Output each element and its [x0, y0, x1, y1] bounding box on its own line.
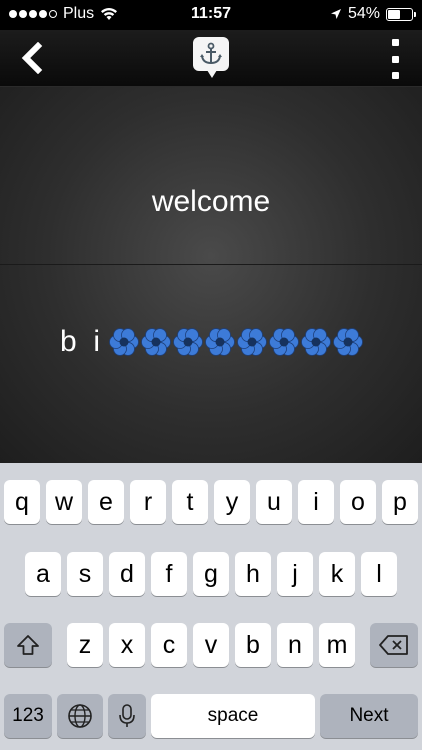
key-d[interactable]: d — [109, 552, 145, 596]
key-h[interactable]: h — [235, 552, 271, 596]
welcome-panel: welcome — [0, 87, 422, 265]
app-logo — [193, 37, 229, 78]
key-c[interactable]: c — [151, 623, 187, 667]
key-y[interactable]: y — [214, 480, 250, 524]
key-p[interactable]: p — [382, 480, 418, 524]
keyboard: 123 space Next qwertyuiop asdfghjkl zxcvbn… — [0, 463, 422, 750]
key-q[interactable]: q — [4, 480, 40, 524]
key-a[interactable]: a — [25, 552, 61, 596]
status-right: 54% — [330, 5, 416, 23]
location-arrow-icon — [330, 9, 341, 19]
key-s[interactable]: s — [67, 552, 103, 596]
flower-icon — [141, 328, 171, 356]
key-w[interactable]: w — [46, 480, 82, 524]
flower-emoji-row — [108, 326, 364, 358]
message-input-display[interactable]: b i — [60, 325, 364, 359]
key-u[interactable]: u — [256, 480, 292, 524]
delete-key[interactable] — [370, 623, 418, 667]
key-z[interactable]: z — [67, 623, 103, 667]
microphone-icon — [119, 704, 135, 727]
key-x[interactable]: x — [109, 623, 145, 667]
key-r[interactable]: r — [130, 480, 166, 524]
vertical-dots-icon — [391, 39, 399, 46]
key-o[interactable]: o — [340, 480, 376, 524]
back-button[interactable] — [18, 41, 46, 75]
key-k[interactable]: k — [319, 552, 355, 596]
battery-percent: 54% — [347, 5, 380, 22]
nav-bar — [0, 30, 422, 87]
flower-icon — [301, 328, 331, 356]
key-n[interactable]: n — [277, 623, 313, 667]
globe-icon — [68, 704, 92, 728]
shift-icon — [17, 635, 39, 655]
status-bar: Plus 11:57 54% — [0, 0, 422, 30]
numbers-key[interactable]: 123 — [4, 694, 52, 738]
flower-icon — [205, 328, 235, 356]
welcome-text: welcome — [151, 185, 271, 218]
shift-key[interactable] — [4, 623, 52, 667]
microphone-key[interactable] — [108, 694, 146, 738]
message-text: b i — [60, 325, 101, 358]
key-j[interactable]: j — [277, 552, 313, 596]
key-l[interactable]: l — [361, 552, 397, 596]
globe-key[interactable] — [57, 694, 103, 738]
more-options-button[interactable] — [390, 39, 400, 79]
key-i[interactable]: i — [298, 480, 334, 524]
battery-icon — [386, 7, 416, 21]
flower-icon — [333, 328, 363, 356]
key-v[interactable]: v — [193, 623, 229, 667]
flower-icon — [109, 328, 139, 356]
space-key[interactable]: space — [151, 694, 315, 738]
flower-icon — [237, 328, 267, 356]
chat-content: welcome b i — [0, 87, 422, 463]
chevron-left-icon — [21, 41, 43, 75]
flower-icon — [173, 328, 203, 356]
flower-icon — [269, 328, 299, 356]
key-b[interactable]: b — [235, 623, 271, 667]
backspace-icon — [379, 635, 408, 655]
next-key[interactable]: Next — [320, 694, 418, 738]
key-m[interactable]: m — [319, 623, 355, 667]
key-f[interactable]: f — [151, 552, 187, 596]
key-t[interactable]: t — [172, 480, 208, 524]
anchor-icon — [200, 42, 222, 65]
key-e[interactable]: e — [88, 480, 124, 524]
key-g[interactable]: g — [193, 552, 229, 596]
